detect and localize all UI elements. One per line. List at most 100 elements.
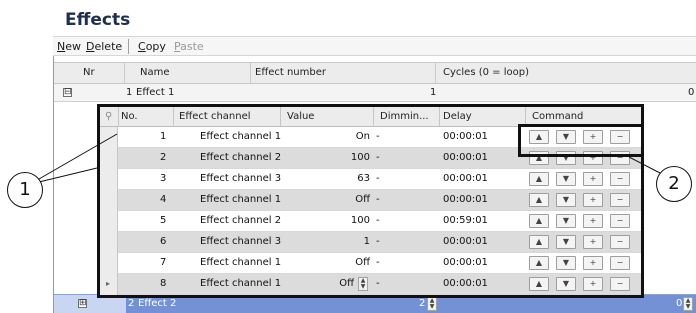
cell-no: 3 (160, 173, 167, 184)
remove-button[interactable]: − (610, 172, 630, 186)
table-row[interactable]: 4 Effect channel 1 Off - 00:00:01 ▲ ▼ + … (100, 190, 641, 211)
new-button[interactable]: New (57, 40, 81, 53)
cell-delay[interactable]: 00:00:01 (443, 257, 488, 268)
insert-button[interactable]: + (583, 214, 603, 228)
effects-table-header: Nr Name Effect number Cycles (0 = loop) (54, 62, 696, 85)
move-up-button[interactable]: ▲ (529, 256, 549, 270)
insert-button[interactable]: + (583, 235, 603, 249)
row-nr: 2 (128, 298, 135, 309)
col-header-channel[interactable]: Effect channel (179, 111, 251, 122)
move-down-button[interactable]: ▼ (556, 172, 576, 186)
cell-value[interactable]: 100 (313, 152, 370, 163)
row-effect-number: 2 (419, 298, 426, 309)
move-down-button[interactable]: ▼ (556, 256, 576, 270)
move-up-button[interactable]: ▲ (529, 172, 549, 186)
cell-delay[interactable]: 00:00:01 (443, 278, 488, 289)
col-header-delay[interactable]: Delay (443, 111, 472, 122)
cell-dimming[interactable]: - (376, 257, 380, 268)
row-selector[interactable] (100, 148, 118, 169)
row-selector[interactable] (100, 232, 118, 253)
cell-no: 6 (160, 236, 167, 247)
move-down-button[interactable]: ▼ (556, 214, 576, 228)
cell-dimming[interactable]: - (376, 278, 380, 289)
cell-channel: Effect channel 1 (200, 278, 282, 289)
row-name: Effect 2 (138, 298, 177, 309)
copy-button[interactable]: Copy (138, 40, 166, 53)
paste-button[interactable]: Paste (174, 40, 204, 53)
cell-dimming[interactable]: - (376, 215, 380, 226)
col-header-dimming[interactable]: Dimmin... (380, 111, 429, 122)
remove-button[interactable]: − (610, 193, 630, 207)
move-down-button[interactable]: ▼ (556, 193, 576, 207)
paste-label: Paste (174, 40, 204, 53)
cell-no: 8 (160, 278, 167, 289)
cycles-spinner[interactable]: ▲ ▼ (683, 297, 693, 311)
delete-button[interactable]: Delete (86, 40, 122, 53)
row-nr: 1 (126, 87, 133, 98)
col-header-no[interactable]: No. (121, 111, 138, 122)
remove-button[interactable]: − (610, 214, 630, 228)
insert-button[interactable]: + (583, 277, 603, 291)
table-row[interactable]: 7 Effect channel 1 Off - 00:00:01 ▲ ▼ + … (100, 253, 641, 274)
cell-value[interactable]: Off (313, 257, 370, 268)
table-row[interactable]: ⊟ 1 Effect 1 1 0 (54, 84, 696, 102)
cell-value[interactable]: On (313, 131, 370, 142)
cell-dimming[interactable]: - (376, 152, 380, 163)
move-up-button[interactable]: ▲ (529, 235, 549, 249)
cell-delay[interactable]: 00:59:01 (443, 215, 488, 226)
col-divider (280, 107, 281, 127)
toolbar: New Delete Copy Paste (53, 36, 696, 56)
effect-number-spinner[interactable]: ▲ ▼ (427, 297, 437, 311)
value-spinner[interactable]: ▲ ▼ (358, 277, 368, 291)
row-selector[interactable] (100, 169, 118, 190)
remove-button[interactable]: − (610, 235, 630, 249)
col-header-cycles[interactable]: Cycles (0 = loop) (443, 67, 529, 78)
collapse-icon[interactable]: ⊟ (63, 88, 72, 97)
row-selector[interactable] (100, 253, 118, 274)
cell-dimming[interactable]: - (376, 131, 380, 142)
table-row[interactable]: 3 Effect channel 3 63 - 00:00:01 ▲ ▼ + − (100, 169, 641, 190)
col-header-effect-number[interactable]: Effect number (255, 67, 326, 78)
move-up-button[interactable]: ▲ (529, 193, 549, 207)
remove-button[interactable]: − (610, 277, 630, 291)
cell-value[interactable]: 1 (313, 236, 370, 247)
col-header-nr[interactable]: Nr (83, 67, 95, 78)
insert-button[interactable]: + (583, 172, 603, 186)
column-filter-icon[interactable]: ⚲ (105, 111, 112, 122)
insert-button[interactable]: + (583, 193, 603, 207)
cell-channel: Effect channel 1 (200, 194, 282, 205)
remove-button[interactable]: − (610, 256, 630, 270)
move-up-button[interactable]: ▲ (529, 214, 549, 228)
move-down-button[interactable]: ▼ (556, 277, 576, 291)
move-down-button[interactable]: ▼ (556, 235, 576, 249)
cell-delay[interactable]: 00:00:01 (443, 131, 488, 142)
cell-value[interactable]: 63 (313, 173, 370, 184)
cell-dimming[interactable]: - (376, 173, 380, 184)
insert-button[interactable]: + (583, 256, 603, 270)
row-selector[interactable] (100, 190, 118, 211)
cell-channel: Effect channel 3 (200, 173, 282, 184)
current-row-arrow-icon: ▸ (106, 279, 111, 288)
callout-1: 1 (7, 172, 43, 208)
cell-delay[interactable]: 00:00:01 (443, 194, 488, 205)
row-selector[interactable] (100, 127, 118, 148)
cell-delay[interactable]: 00:00:01 (443, 152, 488, 163)
cell-delay[interactable]: 00:00:01 (443, 236, 488, 247)
table-row[interactable]: ▸ 8 Effect channel 1 Off - ▲ ▼ 00:00:01 ▲… (100, 274, 641, 295)
col-header-name[interactable]: Name (140, 67, 170, 78)
cell-value[interactable]: 100 (313, 215, 370, 226)
expand-icon[interactable]: ⊞ (78, 299, 87, 308)
cell-dimming[interactable]: - (376, 236, 380, 247)
col-header-value[interactable]: Value (287, 111, 314, 122)
row-selector[interactable]: ▸ (100, 274, 118, 295)
cell-dimming[interactable]: - (376, 194, 380, 205)
cell-delay[interactable]: 00:00:01 (443, 173, 488, 184)
col-divider (173, 107, 174, 127)
cell-value[interactable]: Off (313, 194, 370, 205)
table-row[interactable]: 5 Effect channel 2 100 - 00:59:01 ▲ ▼ + … (100, 211, 641, 232)
move-up-button[interactable]: ▲ (529, 277, 549, 291)
cell-value[interactable]: Off (313, 278, 354, 289)
col-header-command[interactable]: Command (532, 111, 583, 122)
table-row[interactable]: 6 Effect channel 3 1 - 00:00:01 ▲ ▼ + − (100, 232, 641, 253)
row-selector[interactable] (100, 211, 118, 232)
